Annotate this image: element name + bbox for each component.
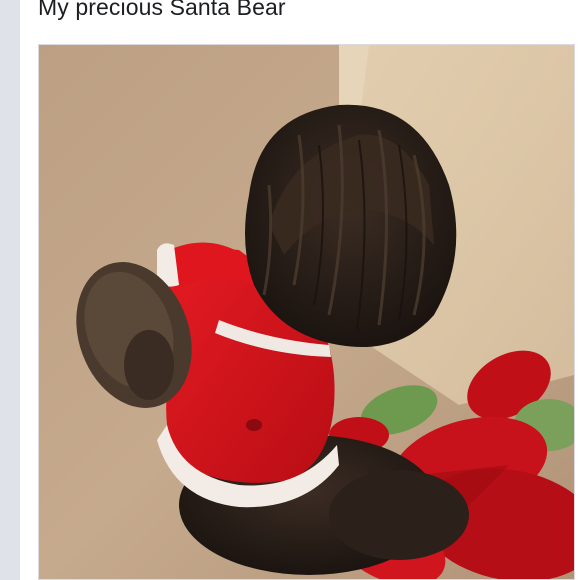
dog-photo-illustration — [39, 45, 574, 579]
left-rail — [0, 0, 20, 580]
page: My precious Santa Bear — [0, 0, 580, 580]
post-photo[interactable] — [38, 44, 575, 580]
post-caption: My precious Santa Bear — [38, 0, 286, 20]
post-card: My precious Santa Bear — [20, 0, 580, 580]
